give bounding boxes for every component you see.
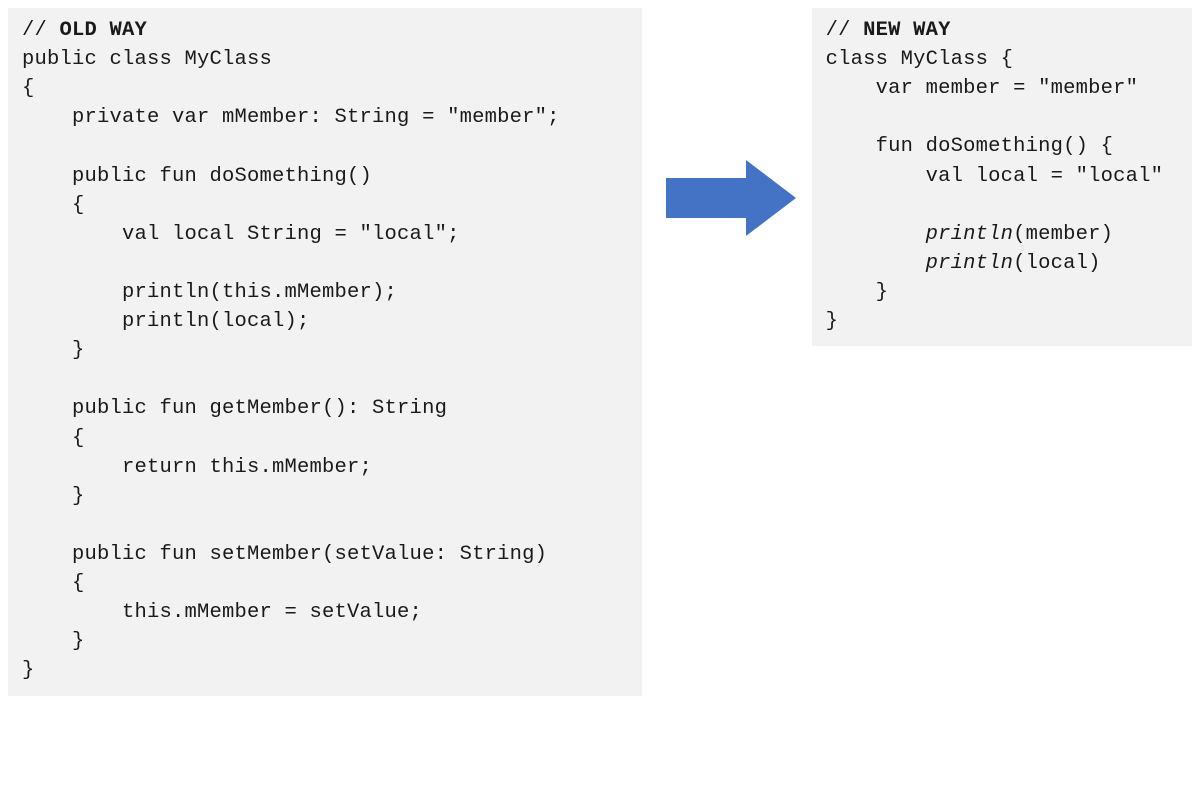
indent bbox=[826, 252, 926, 275]
code-line: println(member) bbox=[826, 223, 1114, 246]
comment-title: NEW WAY bbox=[863, 19, 951, 42]
indent bbox=[826, 223, 926, 246]
comparison-container: // OLD WAY public class MyClass { privat… bbox=[0, 0, 1200, 704]
code-line: println(local) bbox=[826, 252, 1101, 275]
code-line: { bbox=[22, 427, 85, 450]
arrow-right-icon bbox=[664, 158, 798, 238]
old-way-code-block: // OLD WAY public class MyClass { privat… bbox=[8, 8, 642, 696]
code-line: println(this.mMember); bbox=[22, 281, 397, 304]
args: (member) bbox=[1013, 223, 1113, 246]
code-line: } bbox=[826, 281, 889, 304]
code-line: return this.mMember; bbox=[22, 456, 372, 479]
code-line: } bbox=[22, 659, 35, 682]
function-call: println bbox=[926, 252, 1014, 275]
arrow-container bbox=[642, 8, 812, 238]
code-line: public fun setMember(setValue: String) bbox=[22, 543, 547, 566]
comment-line: // OLD WAY bbox=[22, 19, 147, 42]
comment-line: // NEW WAY bbox=[826, 19, 951, 42]
code-line: } bbox=[22, 339, 85, 362]
code-line: val local = "local" bbox=[826, 165, 1164, 188]
code-line: val local String = "local"; bbox=[22, 223, 460, 246]
code-line: public fun getMember(): String bbox=[22, 397, 447, 420]
comment-title: OLD WAY bbox=[60, 19, 148, 42]
code-line: private var mMember: String = "member"; bbox=[22, 106, 560, 129]
new-way-code-block: // NEW WAY class MyClass { var member = … bbox=[812, 8, 1192, 346]
code-line: { bbox=[22, 572, 85, 595]
code-line: println(local); bbox=[22, 310, 310, 333]
comment-prefix: // bbox=[22, 19, 60, 42]
code-line: var member = "member" bbox=[826, 77, 1139, 100]
code-line: class MyClass { bbox=[826, 48, 1014, 71]
code-line: public class MyClass bbox=[22, 48, 272, 71]
function-call: println bbox=[926, 223, 1014, 246]
code-line: fun doSomething() { bbox=[826, 135, 1114, 158]
code-line: } bbox=[22, 485, 85, 508]
comment-prefix: // bbox=[826, 19, 864, 42]
code-line: { bbox=[22, 194, 85, 217]
code-line: } bbox=[826, 310, 839, 333]
args: (local) bbox=[1013, 252, 1101, 275]
code-line: public fun doSomething() bbox=[22, 165, 372, 188]
code-line: this.mMember = setValue; bbox=[22, 601, 422, 624]
code-line: } bbox=[22, 630, 85, 653]
code-line: { bbox=[22, 77, 35, 100]
